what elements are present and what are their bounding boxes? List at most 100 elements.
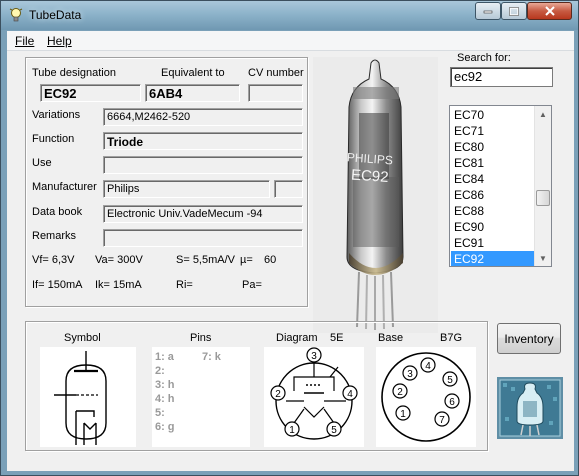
close-button[interactable]	[527, 2, 572, 20]
pin-entry: 4: h	[155, 393, 175, 405]
diagram-pin-number: 1	[289, 425, 295, 436]
tube-image: PHILIPS EC92	[313, 57, 438, 333]
spec-va: Va= 300V	[95, 254, 143, 266]
client-area: File Help Tube designation Equivalent to…	[7, 31, 574, 471]
cv-number-field[interactable]	[248, 84, 303, 102]
base-pin-number: 2	[397, 387, 403, 398]
list-scrollbar[interactable]: ▲ ▼	[534, 106, 551, 266]
list-item[interactable]: EC91	[451, 235, 535, 251]
base-panel: 1234567	[376, 347, 476, 447]
base-label: Base	[378, 332, 404, 344]
variations-label: Variations	[32, 109, 81, 121]
base-pin-number: 6	[449, 397, 455, 408]
diagram-pin-number: 2	[275, 389, 281, 400]
spec-mu-value: 60	[264, 254, 277, 266]
use-field[interactable]	[103, 156, 303, 174]
cv-number-label: CV number	[248, 67, 304, 79]
manufacturer-code-field[interactable]	[274, 180, 303, 198]
diagram-label: Diagram	[276, 332, 318, 344]
tube-designation-field[interactable]: EC92	[40, 84, 141, 102]
remarks-label: Remarks	[32, 230, 77, 242]
triode-symbol-icon	[54, 351, 107, 445]
tube-listbox[interactable]: EC70 EC71 EC80 EC81 EC84 EC86 EC88 EC90 EC91 EC92…	[449, 105, 552, 267]
diagram-pin-labels: 1 2 3 4 5	[270, 347, 358, 437]
pin-entry: 2:	[155, 365, 168, 377]
pin-entry: 7: k	[202, 351, 221, 363]
spec-ik: Ik= 15mA	[95, 279, 142, 291]
data-book-field[interactable]: Electronic Univ.VadeMecum -94	[103, 205, 303, 223]
pin-number: 7:	[202, 351, 212, 363]
pin-number: 1:	[155, 351, 165, 363]
list-item[interactable]: EC88	[451, 203, 535, 219]
tube-photo: PHILIPS EC92	[313, 57, 438, 333]
list-item[interactable]: EC81	[451, 155, 535, 171]
variations-field[interactable]: 6664,M2462-520	[103, 108, 303, 126]
scroll-thumb[interactable]	[536, 190, 550, 206]
window-title: TubeData	[29, 8, 82, 22]
search-for-label: Search for:	[457, 52, 511, 64]
spec-pa: Pa=	[242, 279, 262, 291]
list-item[interactable]: EC86	[451, 187, 535, 203]
search-input[interactable]: ec92	[450, 67, 553, 87]
spec-s: S= 5,5mA/V	[176, 254, 236, 266]
minimize-button[interactable]	[475, 2, 501, 20]
base-pin-labels: 1234567	[392, 357, 460, 427]
spec-vf: Vf= 6,3V	[32, 254, 75, 266]
photo-code-text: EC92	[350, 166, 389, 186]
spec-mu-label: µ=	[240, 254, 253, 266]
remarks-field[interactable]	[103, 229, 303, 247]
pin-number: 3:	[155, 379, 165, 391]
base-code: B7G	[440, 332, 463, 344]
menu-help[interactable]: Help	[47, 34, 72, 48]
list-item[interactable]: EC90	[451, 219, 535, 235]
function-label: Function	[32, 133, 75, 145]
base-diagram-icon: 1234567	[381, 352, 471, 442]
list-item[interactable]: EC92	[451, 251, 535, 266]
inventory-button[interactable]: Inventory	[497, 323, 561, 354]
menu-bar: File Help	[7, 31, 574, 51]
diagram-pin-number: 3	[311, 351, 317, 362]
minimize-icon	[483, 10, 493, 14]
manufacturer-label: Manufacturer	[32, 181, 97, 193]
pin-entry: 1: a	[155, 351, 174, 363]
menu-file[interactable]: File	[15, 34, 34, 48]
pin-function: a	[167, 351, 174, 363]
equivalent-to-label: Equivalent to	[161, 67, 225, 79]
scroll-down-arrow-icon[interactable]: ▼	[535, 250, 551, 266]
pin-number: 2:	[155, 365, 165, 377]
tubedata-logo-icon	[497, 377, 563, 439]
diagram-pin-number: 5	[331, 425, 337, 436]
symbol-label: Symbol	[64, 332, 101, 344]
list-item[interactable]: EC84	[451, 171, 535, 187]
scroll-up-arrow-icon[interactable]: ▲	[535, 106, 551, 122]
light-bulb-icon	[9, 8, 23, 22]
equivalent-to-field[interactable]: 6AB4	[145, 84, 240, 102]
maximize-button[interactable]	[501, 2, 527, 20]
diagram-code: 5E	[330, 332, 344, 344]
manufacturer-field[interactable]: Philips	[103, 180, 270, 198]
title-bar[interactable]: TubeData	[1, 1, 578, 30]
diagrams-group: Symbol Pins Diagram 5E Base B7G 1: a 2: …	[25, 321, 488, 451]
app-window: TubeData File Help Tube designation Equi…	[0, 0, 579, 476]
pin-function: h	[167, 393, 175, 405]
spec-if: If= 150mA	[32, 279, 83, 291]
base-pin-number: 7	[439, 415, 445, 426]
function-field[interactable]: Triode	[103, 132, 303, 150]
pin-function: k	[214, 351, 221, 363]
spec-ri: Ri=	[176, 279, 193, 291]
symbol-panel	[40, 347, 136, 447]
data-book-label: Data book	[32, 206, 83, 218]
pin-entry: 5:	[155, 407, 168, 419]
maximize-icon	[509, 6, 519, 16]
diagram-pin-number: 4	[347, 389, 353, 400]
list-item[interactable]: EC70	[451, 107, 535, 123]
pin-function: h	[167, 379, 175, 391]
tube-info-group: Tube designation Equivalent to CV number…	[25, 57, 308, 307]
list-item[interactable]: EC80	[451, 139, 535, 155]
use-label: Use	[32, 157, 52, 169]
list-item[interactable]: EC71	[451, 123, 535, 139]
base-pin-number: 5	[447, 375, 453, 386]
pin-diagram-icon: 1 2 3 4 5	[270, 347, 358, 440]
base-pin-number: 1	[400, 409, 406, 420]
close-icon	[544, 6, 555, 16]
